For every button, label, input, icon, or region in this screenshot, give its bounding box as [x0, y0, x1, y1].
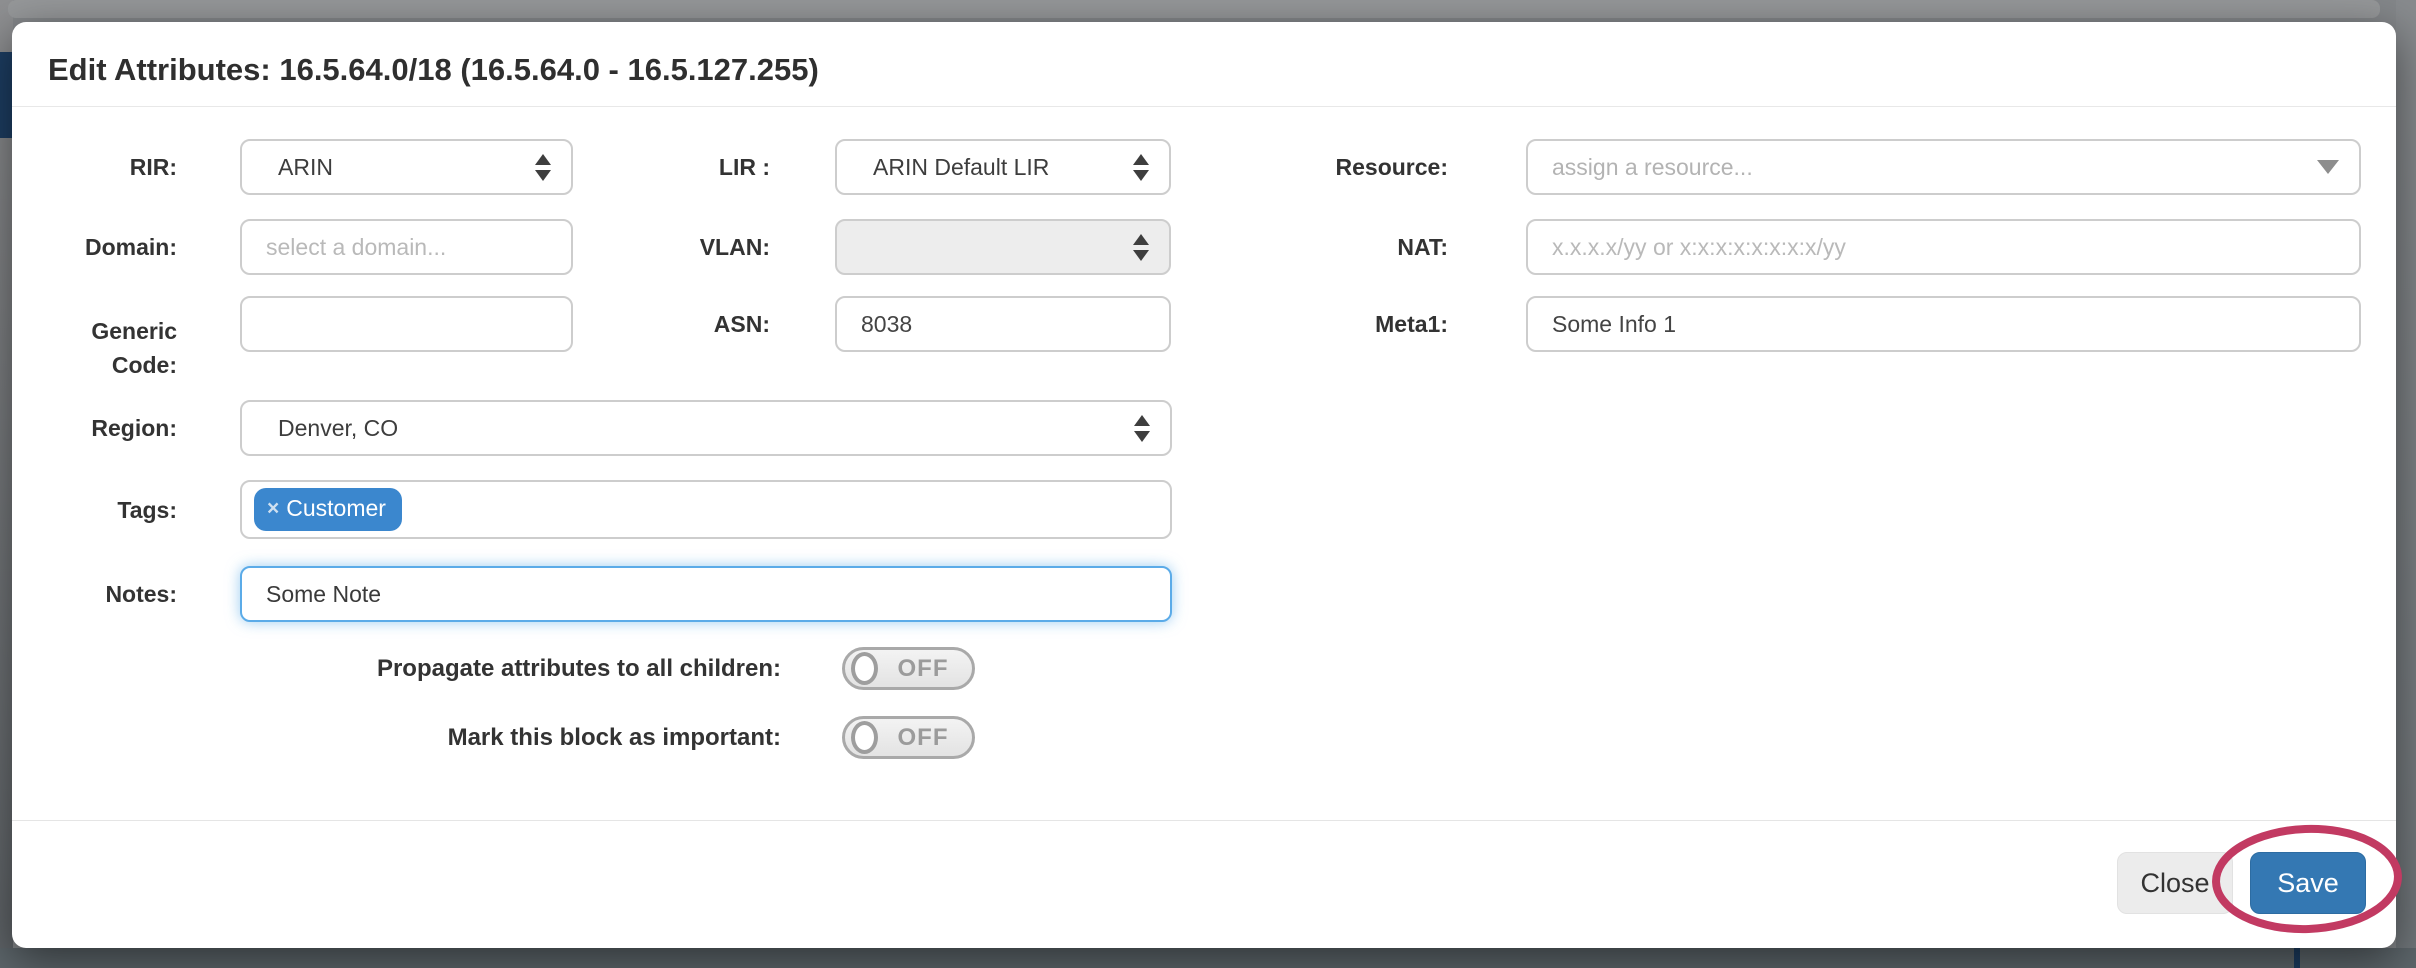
region-label: Region:: [32, 400, 177, 456]
meta1-label: Meta1:: [1252, 296, 1448, 352]
vlan-select: [835, 219, 1171, 275]
backdrop-bottom-band: [0, 948, 2416, 968]
domain-label: Domain:: [32, 219, 177, 275]
propagate-toggle-state: OFF: [878, 655, 972, 683]
region-select-value: Denver, CO: [278, 415, 1134, 442]
updown-caret-icon: [1133, 154, 1149, 181]
propagate-toggle-label: Propagate attributes to all children:: [242, 647, 781, 690]
generic-code-input[interactable]: [240, 296, 573, 352]
updown-caret-icon: [1134, 415, 1150, 442]
lir-select-value: ARIN Default LIR: [873, 154, 1133, 181]
meta1-input[interactable]: [1526, 296, 2361, 352]
important-toggle-state: OFF: [878, 724, 972, 752]
resource-placeholder: assign a resource...: [1552, 154, 2317, 181]
nat-input[interactable]: [1526, 219, 2361, 275]
notes-label: Notes:: [32, 566, 177, 622]
important-toggle-label: Mark this block as important:: [242, 716, 781, 759]
resource-combobox[interactable]: assign a resource...: [1526, 139, 2361, 195]
tag-customer[interactable]: × Customer: [254, 488, 402, 531]
vlan-label: VLAN:: [612, 219, 770, 275]
region-select[interactable]: Denver, CO: [240, 400, 1172, 456]
asn-input[interactable]: [835, 296, 1171, 352]
tag-remove-icon[interactable]: ×: [267, 497, 279, 521]
rir-select[interactable]: ARIN: [240, 139, 573, 195]
tag-label: Customer: [286, 495, 386, 522]
resource-label: Resource:: [1252, 139, 1448, 195]
save-button[interactable]: Save: [2250, 852, 2366, 914]
tags-label: Tags:: [32, 482, 177, 538]
rir-select-value: ARIN: [278, 154, 535, 181]
edit-attributes-modal: Edit Attributes: 16.5.64.0/18 (16.5.64.0…: [12, 22, 2396, 948]
tags-field[interactable]: × Customer: [240, 480, 1172, 539]
backdrop-right-strip: [2396, 0, 2416, 950]
close-button[interactable]: Close: [2117, 852, 2233, 914]
generic-code-label: Generic Code:: [57, 314, 177, 382]
asn-label: ASN:: [612, 296, 770, 352]
lir-select[interactable]: ARIN Default LIR: [835, 139, 1171, 195]
rir-label: RIR:: [32, 139, 177, 195]
nat-label: NAT:: [1252, 219, 1448, 275]
updown-caret-icon: [1133, 234, 1149, 261]
propagate-toggle[interactable]: OFF: [842, 647, 975, 690]
notes-input[interactable]: [240, 566, 1172, 622]
lir-label: LIR :: [612, 139, 770, 195]
backdrop-top-bar: [8, 0, 2380, 18]
updown-caret-icon: [535, 154, 551, 181]
domain-input[interactable]: [240, 219, 573, 275]
toggle-knob-icon: [851, 721, 878, 754]
toggle-knob-icon: [851, 652, 878, 685]
important-toggle[interactable]: OFF: [842, 716, 975, 759]
modal-title: Edit Attributes: 16.5.64.0/18 (16.5.64.0…: [48, 52, 819, 88]
header-divider: [12, 106, 2396, 107]
footer-divider: [12, 820, 2396, 821]
dropdown-caret-icon: [2317, 160, 2339, 174]
